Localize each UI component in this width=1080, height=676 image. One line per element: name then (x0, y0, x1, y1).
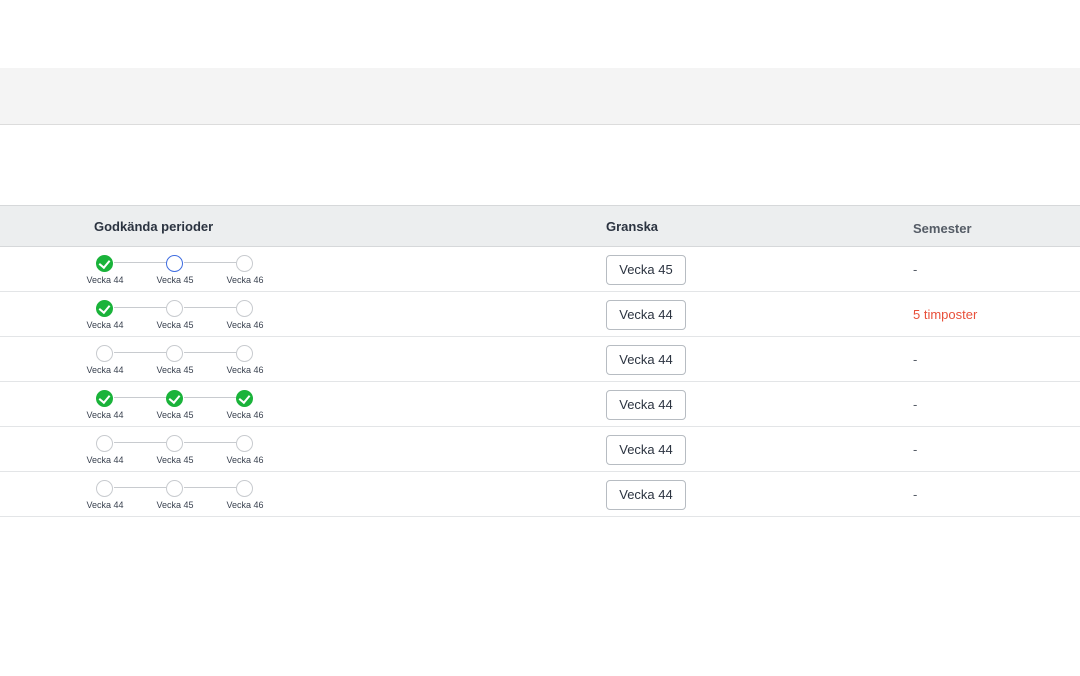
table-row: Vecka 44 Vecka 45 Vecka 46 Vecka 44 - (0, 337, 1080, 382)
period-label: Vecka 45 (156, 500, 194, 510)
period-stepper: Vecka 44 Vecka 45 Vecka 46 (85, 480, 275, 512)
period-step: Vecka 44 (83, 390, 127, 422)
period-label: Vecka 46 (226, 500, 264, 510)
column-header-vacation: Semester (913, 221, 972, 236)
circle-icon (236, 300, 253, 317)
period-step: Vecka 44 (83, 435, 127, 467)
period-step: Vecka 45 (153, 345, 197, 377)
period-step: Vecka 46 (223, 435, 267, 467)
period-label: Vecka 45 (156, 320, 194, 330)
vacation-value: - (913, 352, 918, 367)
table-header: Godkända perioder Granska Semester (0, 205, 1080, 247)
vacation-value: - (913, 487, 918, 502)
period-step: Vecka 45 (153, 300, 197, 332)
period-step: Vecka 46 (223, 480, 267, 512)
table-row: Vecka 44 Vecka 45 Vecka 46 Vecka 44 - (0, 472, 1080, 517)
check-circle-icon (96, 390, 113, 407)
circle-icon (96, 435, 113, 452)
review-week-button[interactable]: Vecka 44 (606, 480, 686, 510)
period-label: Vecka 46 (226, 320, 264, 330)
circle-icon (96, 345, 113, 362)
review-week-button[interactable]: Vecka 44 (606, 300, 686, 330)
review-week-button[interactable]: Vecka 45 (606, 255, 686, 285)
period-label: Vecka 44 (86, 275, 124, 285)
circle-icon (236, 480, 253, 497)
circle-icon (236, 255, 253, 272)
period-label: Vecka 44 (86, 365, 124, 375)
period-step: Vecka 45 (153, 480, 197, 512)
period-step: Vecka 45 (153, 435, 197, 467)
period-label: Vecka 46 (226, 455, 264, 465)
table-row: Vecka 44 Vecka 45 Vecka 46 Vecka 44 - (0, 427, 1080, 472)
period-step: Vecka 44 (83, 255, 127, 287)
review-week-button[interactable]: Vecka 44 (606, 345, 686, 375)
table-row: Vecka 44 Vecka 45 Vecka 46 Vecka 44 5 timpos… (0, 292, 1080, 337)
toolbar-band (0, 68, 1080, 125)
period-step: Vecka 46 (223, 345, 267, 377)
column-header-review: Granska (606, 219, 659, 234)
period-step: Vecka 45 (153, 255, 197, 287)
period-stepper: Vecka 44 Vecka 45 Vecka 46 (85, 300, 275, 332)
period-label: Vecka 45 (156, 275, 194, 285)
check-circle-icon (166, 390, 183, 407)
period-label: Vecka 46 (226, 275, 264, 285)
circle-icon (166, 435, 183, 452)
period-step: Vecka 46 (223, 255, 267, 287)
review-week-button[interactable]: Vecka 44 (606, 435, 686, 465)
review-week-button[interactable]: Vecka 44 (606, 390, 686, 420)
period-label: Vecka 44 (86, 455, 124, 465)
circle-icon (236, 345, 253, 362)
period-step: Vecka 45 (153, 390, 197, 422)
circle-icon (166, 255, 183, 272)
circle-icon (166, 300, 183, 317)
period-stepper: Vecka 44 Vecka 45 Vecka 46 (85, 255, 275, 287)
period-step: Vecka 46 (223, 300, 267, 332)
period-label: Vecka 44 (86, 320, 124, 330)
period-step: Vecka 44 (83, 480, 127, 512)
period-step: Vecka 44 (83, 300, 127, 332)
table-row: Vecka 44 Vecka 45 Vecka 46 Vecka 45 - (0, 247, 1080, 292)
column-header-periods: Godkända perioder (94, 219, 214, 234)
circle-icon (166, 480, 183, 497)
period-stepper: Vecka 44 Vecka 45 Vecka 46 (85, 390, 275, 422)
period-label: Vecka 45 (156, 410, 194, 420)
periods-table: Godkända perioder Granska Semester Vecka… (0, 205, 1080, 517)
circle-icon (166, 345, 183, 362)
vacation-value: - (913, 262, 918, 277)
period-label: Vecka 46 (226, 365, 264, 375)
period-label: Vecka 44 (86, 410, 124, 420)
period-step: Vecka 46 (223, 390, 267, 422)
vacation-entries-link[interactable]: 5 timposter (913, 307, 977, 322)
table-row: Vecka 44 Vecka 45 Vecka 46 Vecka 44 - (0, 382, 1080, 427)
vacation-value: - (913, 442, 918, 457)
vacation-value: - (913, 397, 918, 412)
check-circle-icon (236, 390, 253, 407)
period-label: Vecka 46 (226, 410, 264, 420)
period-label: Vecka 45 (156, 365, 194, 375)
circle-icon (96, 480, 113, 497)
period-label: Vecka 45 (156, 455, 194, 465)
period-stepper: Vecka 44 Vecka 45 Vecka 46 (85, 345, 275, 377)
period-label: Vecka 44 (86, 500, 124, 510)
check-circle-icon (96, 300, 113, 317)
period-stepper: Vecka 44 Vecka 45 Vecka 46 (85, 435, 275, 467)
period-step: Vecka 44 (83, 345, 127, 377)
check-circle-icon (96, 255, 113, 272)
table-body: Vecka 44 Vecka 45 Vecka 46 Vecka 45- Vecka 4… (0, 247, 1080, 517)
circle-icon (236, 435, 253, 452)
